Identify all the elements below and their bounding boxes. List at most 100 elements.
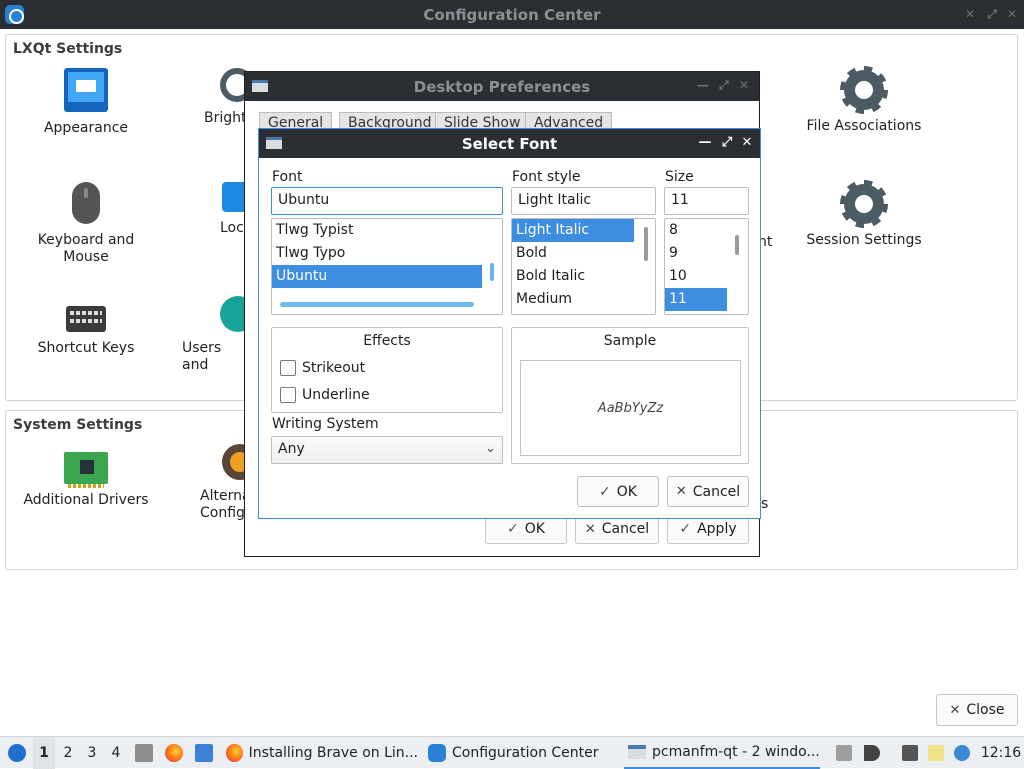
partial-label: s [761,496,769,512]
alternatives-item[interactable]: Alterna Config [186,444,258,522]
volume-icon[interactable] [864,745,880,761]
ok-button[interactable]: ✓ OK [577,476,659,507]
task-label: pcmanfm-qt - 2 windo... [652,744,820,760]
list-item[interactable]: Bold [512,242,655,265]
font-list-hscrollbar[interactable] [280,302,474,307]
desktop-3-button[interactable]: 3 [81,737,103,769]
font-label: Font [272,169,303,185]
select-font-dialog: Select Font — ⤢ ✕ Font Ubuntu Tlwg Typis… [258,128,761,519]
writing-system-value: Any [278,441,305,457]
desktop-1-button[interactable]: 1 [33,737,55,769]
writing-system-select[interactable]: Any ⌄ [271,436,503,464]
file-manager-launcher[interactable] [134,737,154,769]
desktop-2-button[interactable]: 2 [57,737,79,769]
ok-label: OK [524,521,545,537]
close-icon[interactable]: ✕ [739,135,755,150]
cancel-label: Cancel [692,483,741,500]
checkbox-icon[interactable] [280,387,296,403]
alternatives-label: Alterna Config [200,488,251,521]
task-config-center[interactable]: Configuration Center [424,737,620,769]
appearance-item[interactable]: Appearance [6,68,166,137]
list-item[interactable]: 10 [665,265,748,288]
font-style-list[interactable]: Light Italic Bold Bold Italic Medium [511,218,656,315]
strikeout-checkbox[interactable]: Strikeout [280,360,365,376]
close-icon[interactable]: ✕ [1004,6,1020,22]
session-settings-label: Session Settings [806,232,922,248]
show-desktop-button[interactable] [194,737,214,769]
close-icon: ✕ [675,484,687,499]
locale-label: Loca [220,220,253,236]
appearance-icon [64,68,108,112]
close-icon[interactable]: ✕ [739,78,749,92]
minimize-icon[interactable]: — [697,78,709,92]
check-icon: ✓ [679,521,692,537]
list-item[interactable]: Bold Italic [512,265,655,288]
list-item-selected[interactable]: Ubuntu [272,265,482,288]
font-style-input[interactable]: Light Italic [511,187,656,215]
start-menu-button[interactable] [6,737,28,769]
desktop-preferences-titlebar: Desktop Preferences — ⤢ ✕ [245,72,759,101]
minimize-icon[interactable]: — [697,135,713,150]
close-button-label: Close [966,702,1005,718]
additional-drivers-item[interactable]: Additional Drivers [6,444,166,509]
main-window-title: Configuration Center [423,5,601,24]
select-font-titlebar: Select Font — ⤢ ✕ [259,129,760,158]
list-item-selected[interactable]: 11 [665,288,727,311]
clipboard-icon[interactable] [928,745,944,761]
driver-card-icon [64,452,108,488]
section-title-system: System Settings [13,417,143,433]
size-label: Size [665,169,694,185]
file-associations-label: File Associations [806,118,922,134]
font-style-scrollbar[interactable] [644,227,648,261]
size-list-scrollbar[interactable] [735,235,739,255]
task-pcmanfm[interactable]: pcmanfm-qt - 2 windo... [624,737,820,769]
firefox-launcher[interactable] [164,737,184,769]
desktop-preferences-title: Desktop Preferences [413,77,591,96]
task-firefox[interactable]: Installing Brave on Lin... [222,737,418,769]
font-list[interactable]: Tlwg Typist Tlwg Typo Ubuntu [271,218,503,315]
size-list[interactable]: 8 9 10 11 [664,218,749,315]
check-icon: ✓ [599,483,611,500]
task-label: Configuration Center [452,745,599,761]
list-item-selected[interactable]: Light Italic [512,219,634,242]
keyboard-mouse-item[interactable]: Keyboard and Mouse [6,182,166,266]
font-input[interactable]: Ubuntu [271,187,503,215]
partial-item[interactable]: s [761,496,781,513]
shortcut-keys-item[interactable]: Shortcut Keys [6,296,166,357]
network-icon[interactable] [902,745,918,761]
gear-icon [840,66,888,114]
window-icon [266,137,282,149]
window-icon [252,80,268,92]
size-input[interactable]: 11 [664,187,749,215]
users-item[interactable]: Users and [176,296,256,374]
strikeout-label: Strikeout [302,360,366,376]
desktop-4-button[interactable]: 4 [105,737,127,769]
locale-item[interactable]: Loca [206,182,253,237]
minimize-icon[interactable]: ✕ [962,6,978,22]
updates-icon[interactable] [954,745,970,761]
tray-arrow-icon[interactable] [836,745,852,761]
check-icon: ✓ [507,521,519,537]
underline-checkbox[interactable]: Underline [280,387,370,403]
file-associations-item[interactable]: File Associations [784,66,944,135]
maximize-icon[interactable]: ⤢ [719,135,735,150]
session-settings-item[interactable]: Session Settings [784,180,944,249]
brightness-item[interactable]: Bright [186,68,254,127]
config-center-icon [5,5,24,24]
font-list-scrollbar[interactable] [490,263,494,281]
sample-group: Sample AaBbYyZz [511,327,749,464]
list-item[interactable]: Tlwg Typist [272,219,502,242]
clock[interactable]: 12:16 [981,737,1021,769]
close-button[interactable]: ✕ Close [936,694,1018,726]
checkbox-icon[interactable] [280,360,296,376]
list-item[interactable]: Medium [512,288,655,311]
writing-system-label: Writing System [272,416,379,432]
effects-title: Effects [363,333,411,349]
config-center-icon [428,744,446,762]
maximize-icon[interactable]: ⤢ [719,78,729,93]
list-item[interactable]: Tlwg Typo [272,242,502,265]
maximize-icon[interactable]: ⤢ [984,6,1000,22]
file-manager-icon [135,744,153,762]
keyboard-mouse-label: Keyboard and Mouse [37,232,135,265]
cancel-button[interactable]: ✕ Cancel [667,476,749,507]
